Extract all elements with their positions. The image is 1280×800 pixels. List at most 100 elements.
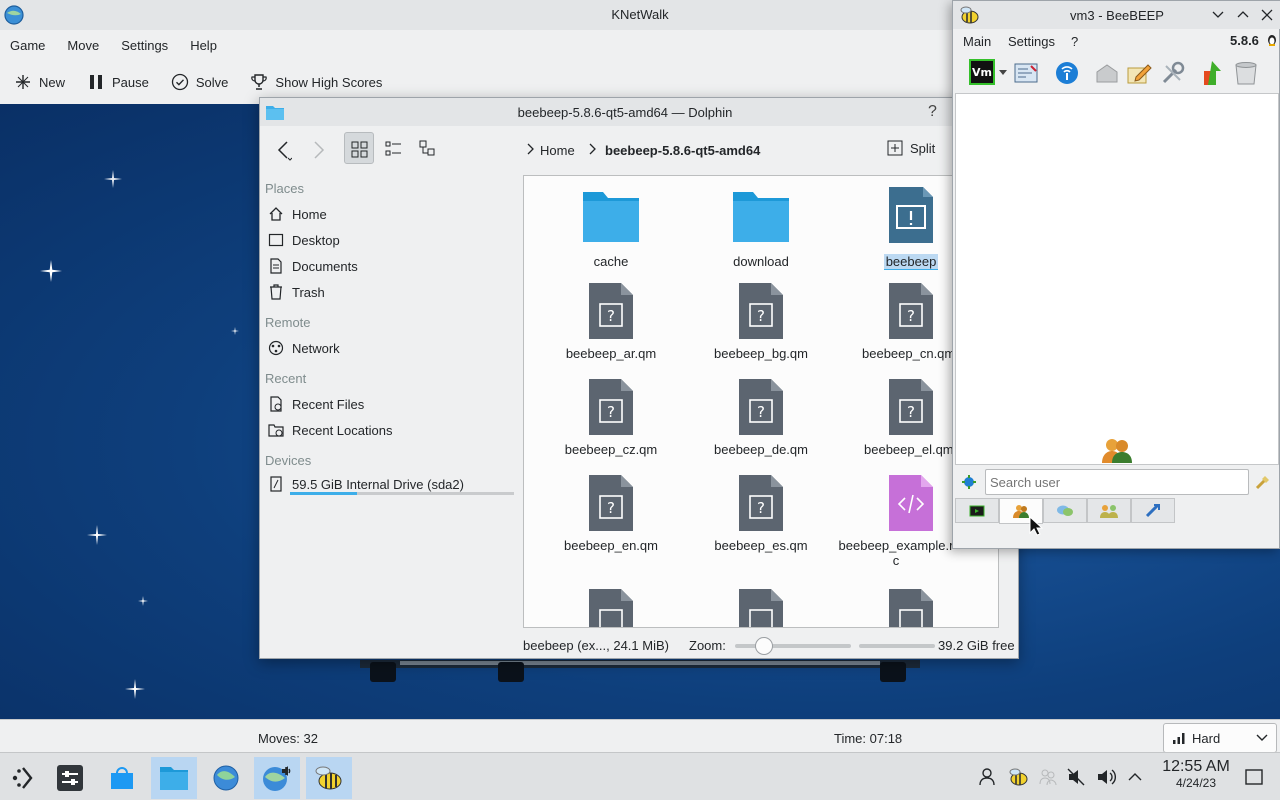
executable-icon [889, 187, 933, 243]
dolphin-task[interactable] [151, 757, 197, 799]
check-circle-icon [171, 73, 189, 91]
knetwalk-menubar: Game Move Settings Help [0, 30, 952, 60]
groups-tab[interactable] [1087, 498, 1131, 523]
place-recent-locations[interactable]: Recent Locations [268, 418, 392, 442]
dolphin-titlebar[interactable]: beebeep-5.8.6-qt5-amd64 — Dolphin ? [260, 98, 1020, 126]
user-list[interactable] [955, 93, 1279, 465]
status-icon[interactable] [961, 474, 977, 490]
menu-help[interactable]: ? [1071, 34, 1078, 49]
place-recent-files[interactable]: Recent Files [268, 392, 364, 416]
beebeep-tray-icon[interactable] [1006, 767, 1030, 787]
help-button[interactable]: ? [928, 103, 937, 121]
vm-status-icon[interactable]: Vm [969, 59, 995, 85]
details-view-button[interactable] [385, 140, 402, 157]
search-user-input[interactable] [985, 469, 1249, 495]
devices-header: Devices [265, 453, 312, 468]
menu-settings[interactable]: Settings [121, 38, 178, 53]
edit-icon[interactable] [1126, 60, 1152, 86]
file-item[interactable]: ? beebeep_en.qm [536, 474, 686, 553]
close-button[interactable] [1261, 9, 1273, 21]
knetwalk-toolbar: New Pause Solve Show High Scores [0, 64, 952, 100]
high-scores-button[interactable]: Show High Scores [250, 73, 382, 91]
file-view[interactable]: cache download beebeep ? beebeep_ar.qm ?… [523, 175, 999, 628]
menu-game[interactable]: Game [10, 38, 55, 53]
volume-icon[interactable] [1096, 767, 1116, 787]
place-home[interactable]: Home [268, 202, 327, 226]
file-name: beebeep_example.rc [838, 538, 954, 568]
new-game-button[interactable]: New [14, 73, 65, 91]
file-item[interactable]: cache [536, 188, 686, 269]
network-icon[interactable] [1054, 60, 1080, 86]
shares-tab[interactable] [1131, 498, 1175, 523]
zoom-slider[interactable] [735, 637, 851, 655]
vm-tab[interactable] [955, 498, 999, 523]
globe-icon [213, 765, 239, 791]
pause-button[interactable]: Pause [87, 73, 149, 91]
chevron-down-icon[interactable] [998, 69, 1008, 77]
file-item[interactable]: download [686, 188, 836, 269]
trash-icon [270, 284, 282, 300]
place-desktop[interactable]: Desktop [268, 228, 340, 252]
pause-icon [90, 75, 103, 89]
place-documents[interactable]: Documents [268, 254, 358, 278]
clear-search-icon[interactable] [1255, 474, 1271, 490]
show-desktop-button[interactable] [1244, 767, 1264, 787]
menu-help[interactable]: Help [190, 38, 227, 53]
trash-icon[interactable] [1233, 60, 1259, 86]
file-item[interactable]: ? beebeep_cz.qm [536, 378, 686, 457]
beebeep-titlebar[interactable]: vm3 - BeeBEEP [953, 1, 1280, 29]
menu-settings[interactable]: Settings [1008, 34, 1055, 49]
difficulty-select[interactable]: Hard [1163, 723, 1277, 753]
microphone-muted-icon[interactable] [1066, 767, 1086, 787]
network-cable [360, 660, 920, 682]
network-tray-icon[interactable] [1038, 767, 1058, 787]
file-name: download [733, 254, 789, 269]
file-item[interactable]: ? beebeep_es.qm [686, 474, 836, 553]
app-launcher-button[interactable] [0, 757, 46, 799]
user-switcher-icon[interactable] [977, 767, 997, 787]
menu-main[interactable]: Main [963, 34, 991, 49]
dolphin-window: beebeep-5.8.6-qt5-amd64 — Dolphin ? Home… [259, 97, 1020, 659]
discover-task[interactable] [99, 757, 145, 799]
beebeep-task[interactable] [306, 757, 352, 799]
tree-view-button[interactable] [419, 140, 436, 157]
system-settings-task[interactable] [47, 757, 93, 799]
knetwalk-task[interactable] [254, 757, 300, 799]
breadcrumb-current[interactable]: beebeep-5.8.6-qt5-amd64 [605, 143, 760, 158]
clock[interactable]: 12:55 AM 4/24/23 [1148, 756, 1244, 798]
maximize-button[interactable] [1237, 9, 1249, 19]
file-name: beebeep [883, 254, 939, 270]
group-icon[interactable] [1094, 62, 1120, 84]
unknown-file-icon [889, 589, 933, 627]
solve-button[interactable]: Solve [171, 73, 228, 91]
breadcrumb-home[interactable]: Home [540, 143, 575, 158]
place-trash[interactable]: Trash [268, 280, 325, 304]
place-home-label: Home [292, 206, 327, 222]
browser-task[interactable] [203, 757, 249, 799]
back-button[interactable] [276, 138, 292, 162]
settings-icon [57, 765, 83, 791]
file-item[interactable]: ? beebeep_bg.qm [686, 282, 836, 361]
tray-expand-button[interactable] [1125, 767, 1145, 787]
tools-icon[interactable] [1160, 60, 1186, 86]
place-network[interactable]: Network [268, 336, 340, 360]
svg-text:?: ? [757, 403, 765, 421]
grid-icon [351, 141, 368, 158]
split-view-icon [887, 140, 903, 156]
recent-files-icon [270, 396, 282, 412]
forward-button[interactable] [310, 138, 326, 162]
chats-tab[interactable] [1043, 498, 1087, 523]
split-button[interactable]: Split [887, 140, 935, 156]
file-item[interactable]: ? beebeep_ar.qm [536, 282, 686, 361]
update-icon[interactable] [1200, 59, 1226, 87]
file-item[interactable]: ? beebeep_de.qm [686, 378, 836, 457]
network-icon [268, 340, 284, 356]
preferences-icon[interactable] [1013, 61, 1039, 85]
minimize-button[interactable] [1212, 10, 1224, 20]
svg-text:?: ? [757, 499, 765, 517]
chevron-right-icon [527, 143, 534, 155]
menu-move[interactable]: Move [67, 38, 109, 53]
clock-time: 12:55 AM [1162, 758, 1230, 775]
icons-view-button[interactable] [344, 132, 374, 164]
zoom-slider-handle[interactable] [754, 637, 773, 655]
